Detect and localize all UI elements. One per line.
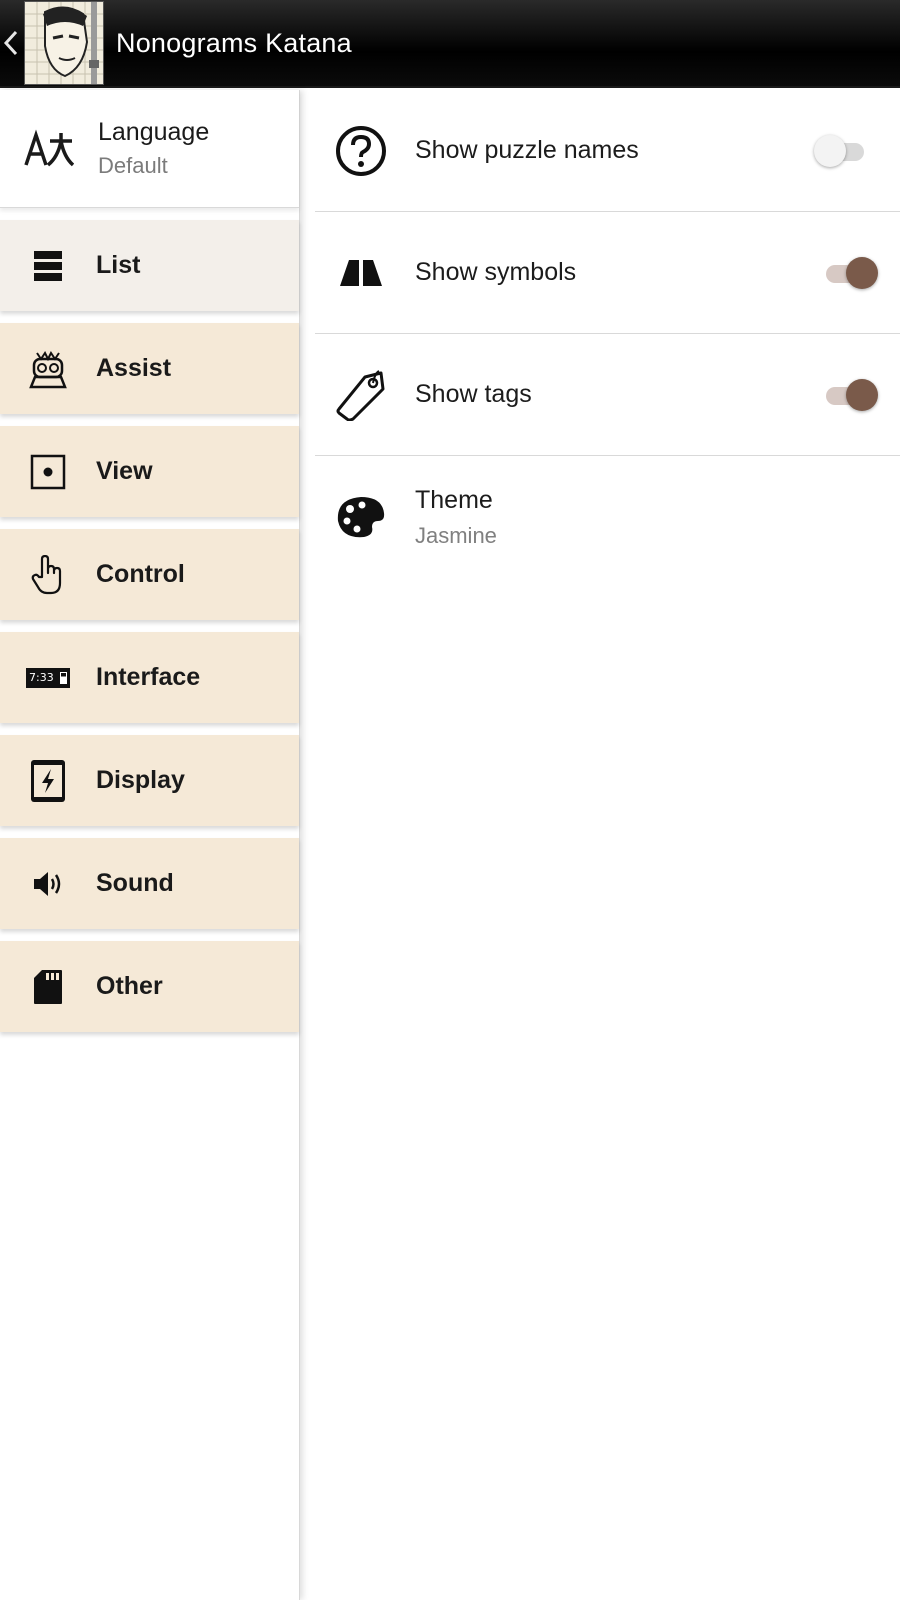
settings-panel: Show puzzle names Show symbols Show tags xyxy=(315,90,900,1600)
setting-label: Theme xyxy=(415,485,493,514)
setting-show-symbols[interactable]: Show symbols xyxy=(315,212,900,334)
view-dot-icon xyxy=(0,426,96,517)
sidebar-item-label: Other xyxy=(96,972,163,1000)
category-list: List Assist View Control 7:33 Interface … xyxy=(0,220,299,1032)
status-bar-icon: 7:33 xyxy=(0,632,96,723)
sidebar-item-label: View xyxy=(96,457,153,485)
sidebar-item-label: Control xyxy=(96,560,185,588)
list-icon xyxy=(0,220,96,311)
theme-value: Jasmine xyxy=(415,522,497,548)
setting-theme[interactable]: Theme Jasmine xyxy=(315,456,900,578)
app-bar: Nonograms Katana xyxy=(0,0,900,88)
sd-card-icon xyxy=(0,941,96,1032)
setting-label: Show symbols xyxy=(415,258,577,286)
app-title: Nonograms Katana xyxy=(116,27,352,58)
back-chevron-icon[interactable] xyxy=(0,0,22,87)
setting-label: Show puzzle names xyxy=(415,136,639,164)
sidebar-item-label: Assist xyxy=(96,354,172,382)
language-title: Language xyxy=(98,118,210,146)
sidebar-item-sound[interactable]: Sound xyxy=(0,838,299,929)
sidebar-item-assist[interactable]: Assist xyxy=(0,323,299,414)
show-symbols-toggle[interactable] xyxy=(822,256,878,290)
sidebar-item-label: Display xyxy=(96,766,185,794)
language-value: Default xyxy=(98,153,168,178)
sidebar-item-label: Interface xyxy=(96,663,201,691)
sidebar-item-label: Sound xyxy=(96,869,174,897)
sidebar-item-list[interactable]: List xyxy=(0,220,299,311)
settings-sidebar: Language Default List Assist View Contro… xyxy=(0,90,300,1600)
phone-flash-icon xyxy=(0,735,96,826)
setting-label: Show tags xyxy=(415,380,532,408)
speaker-icon xyxy=(0,838,96,929)
assist-robot-icon xyxy=(0,323,96,414)
language-item[interactable]: Language Default xyxy=(0,90,299,208)
status-bar-clock: 7:33 xyxy=(29,671,54,684)
setting-show-puzzle-names[interactable]: Show puzzle names xyxy=(315,90,900,212)
sidebar-item-interface[interactable]: 7:33 Interface xyxy=(0,632,299,723)
show-tags-toggle[interactable] xyxy=(822,378,878,412)
symbols-icon xyxy=(315,259,407,287)
app-logo-icon[interactable] xyxy=(24,1,104,85)
sidebar-item-label: List xyxy=(96,251,141,279)
tag-icon xyxy=(315,369,407,421)
question-circle-icon xyxy=(315,125,407,177)
pointer-hand-icon xyxy=(0,529,96,620)
setting-show-tags[interactable]: Show tags xyxy=(315,334,900,456)
sidebar-item-display[interactable]: Display xyxy=(0,735,299,826)
palette-icon xyxy=(315,495,407,539)
sidebar-item-control[interactable]: Control xyxy=(0,529,299,620)
translate-icon xyxy=(0,128,98,169)
show-puzzle-names-toggle[interactable] xyxy=(814,134,870,168)
sidebar-item-other[interactable]: Other xyxy=(0,941,299,1032)
sidebar-item-view[interactable]: View xyxy=(0,426,299,517)
